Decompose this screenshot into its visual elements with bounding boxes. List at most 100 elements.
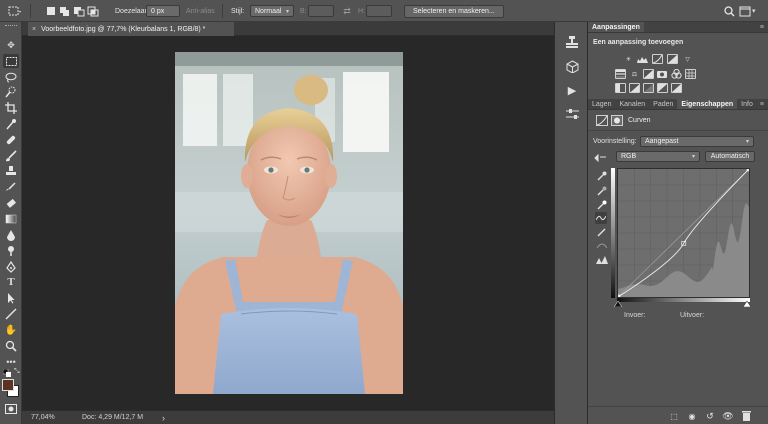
reset-button[interactable]: ↺ <box>704 410 716 422</box>
tab-info[interactable]: Info <box>737 99 757 109</box>
zoom-level[interactable]: 77,04% <box>31 414 55 421</box>
brush-icon <box>6 150 17 162</box>
eye-icon: 👁 <box>722 410 734 421</box>
default-colors-button[interactable] <box>2 368 11 379</box>
white-point-slider[interactable] <box>742 300 752 309</box>
clip-to-layer-button[interactable]: ⬚ <box>668 410 680 422</box>
curve-control-point[interactable] <box>615 294 621 300</box>
canvas-area[interactable] <box>22 36 554 410</box>
vibrance-icon[interactable]: ▽ <box>682 54 693 64</box>
move-tool[interactable]: ✥ <box>3 38 19 52</box>
visibility-button[interactable]: 👁 <box>722 410 734 422</box>
swap-arrows-icon: ⇄ <box>343 5 351 16</box>
selective-color-icon[interactable] <box>671 83 682 93</box>
black-white-icon[interactable] <box>643 69 654 79</box>
lasso-tool[interactable] <box>3 70 19 84</box>
quick-selection-tool[interactable] <box>3 85 19 99</box>
channel-mixer-icon[interactable] <box>671 69 682 79</box>
smooth-curve-button[interactable] <box>596 240 608 252</box>
invert-icon[interactable] <box>615 83 626 93</box>
crop-tool[interactable] <box>3 101 19 115</box>
select-and-mask-button[interactable]: Selecteren en maskeren... <box>404 4 504 18</box>
set-gray-point-eyedropper[interactable] <box>596 185 608 197</box>
set-white-point-eyedropper[interactable] <box>596 199 608 211</box>
layer-mask-icon[interactable] <box>611 115 623 126</box>
color-lookup-icon[interactable] <box>685 69 696 79</box>
auto-button[interactable]: Automatisch <box>705 151 755 162</box>
channel-select[interactable]: RGB ▾ <box>616 151 700 162</box>
add-selection-button[interactable] <box>58 4 72 18</box>
actions-panel-button[interactable]: ▶ <box>564 82 580 98</box>
clipping-warning-button[interactable] <box>596 254 608 266</box>
eyedropper-tool[interactable] <box>3 117 19 131</box>
black-point-slider[interactable] <box>613 300 623 309</box>
edit-points-button[interactable] <box>595 212 607 224</box>
type-tool[interactable]: T <box>3 275 19 289</box>
set-black-point-eyedropper[interactable] <box>596 170 608 182</box>
on-image-adjust-tool[interactable] <box>594 151 606 163</box>
quick-mask-button[interactable] <box>3 402 19 416</box>
tab-paths[interactable]: Paden <box>649 99 677 109</box>
gradient-tool[interactable] <box>3 212 19 226</box>
zoom-tool[interactable] <box>3 339 19 353</box>
tool-preset-picker[interactable] <box>8 4 22 18</box>
brush-tool[interactable] <box>3 149 19 163</box>
gradient-map-icon[interactable] <box>657 83 668 93</box>
view-previous-button[interactable]: ◉ <box>686 410 698 422</box>
delete-button[interactable] <box>740 410 752 422</box>
new-selection-button[interactable] <box>44 4 58 18</box>
tab-channels[interactable]: Kanalen <box>615 99 649 109</box>
foreground-color-swatch[interactable] <box>2 379 14 391</box>
draw-curve-button[interactable] <box>596 226 608 238</box>
rectangular-marquee-tool[interactable] <box>3 54 19 68</box>
posterize-icon[interactable] <box>629 83 640 93</box>
swap-dimensions-button[interactable]: ⇄ <box>340 4 354 18</box>
photo-filter-icon[interactable] <box>657 69 668 79</box>
pen-tool[interactable] <box>3 260 19 274</box>
more-tools[interactable]: ••• <box>3 355 19 369</box>
antialias-checkbox[interactable]: Anti-alias <box>186 4 215 18</box>
healing-brush-tool[interactable] <box>3 133 19 147</box>
levels-icon[interactable] <box>637 54 648 64</box>
curves-adj-icon[interactable] <box>652 54 663 64</box>
hand-tool[interactable]: ✋ <box>3 323 19 337</box>
subtract-selection-button[interactable] <box>72 4 86 18</box>
tab-adjustments[interactable]: Aanpassingen <box>588 22 644 32</box>
close-tab-icon[interactable]: × <box>32 26 36 33</box>
curves-graph[interactable] <box>615 166 752 300</box>
history-brush-tool[interactable] <box>3 180 19 194</box>
swap-colors-button[interactable]: ⤡ <box>14 368 20 376</box>
curves-layer-icon <box>596 115 608 126</box>
tab-layers[interactable]: Lagen <box>588 99 615 109</box>
workspace-switcher[interactable] <box>738 4 752 18</box>
status-menu-arrow[interactable]: › <box>162 413 165 423</box>
tab-properties[interactable]: Eigenschappen <box>677 99 738 109</box>
path-selection-tool[interactable] <box>3 291 19 305</box>
3d-panel-button[interactable] <box>564 58 580 74</box>
curve-control-point[interactable] <box>746 166 752 172</box>
search-button[interactable] <box>722 4 736 18</box>
brush-settings-button[interactable] <box>564 106 580 122</box>
style-select[interactable]: Normaal ▾ <box>250 4 294 18</box>
threshold-icon[interactable] <box>643 83 654 93</box>
panel-menu-icon[interactable]: ≡ <box>760 22 768 32</box>
brightness-contrast-icon[interactable]: ☀ <box>623 54 634 64</box>
exposure-icon[interactable] <box>667 54 678 64</box>
line-tool[interactable] <box>3 307 19 321</box>
document-tab[interactable]: × Voorbeeldfoto.jpg @ 77,7% (Kleurbalans… <box>28 22 234 36</box>
color-balance-icon[interactable]: ⚖ <box>629 69 640 79</box>
intersect-selection-button[interactable] <box>86 4 100 18</box>
preset-select[interactable]: Aangepast ▾ <box>640 136 754 147</box>
clone-stamp-tool[interactable] <box>3 164 19 178</box>
height-field[interactable] <box>366 4 392 18</box>
dodge-tool[interactable] <box>3 244 19 258</box>
feather-field[interactable]: 0 px <box>146 4 180 18</box>
width-field[interactable] <box>308 4 334 18</box>
photo-canvas[interactable] <box>175 52 403 394</box>
blur-tool[interactable] <box>3 228 19 242</box>
panel-menu-icon[interactable]: ≡ <box>760 99 768 109</box>
hue-saturation-icon[interactable] <box>615 69 626 79</box>
workspace-menu-chevron[interactable]: ▾ <box>752 4 756 18</box>
eraser-tool[interactable] <box>3 196 19 210</box>
history-panel-button[interactable] <box>564 34 580 50</box>
